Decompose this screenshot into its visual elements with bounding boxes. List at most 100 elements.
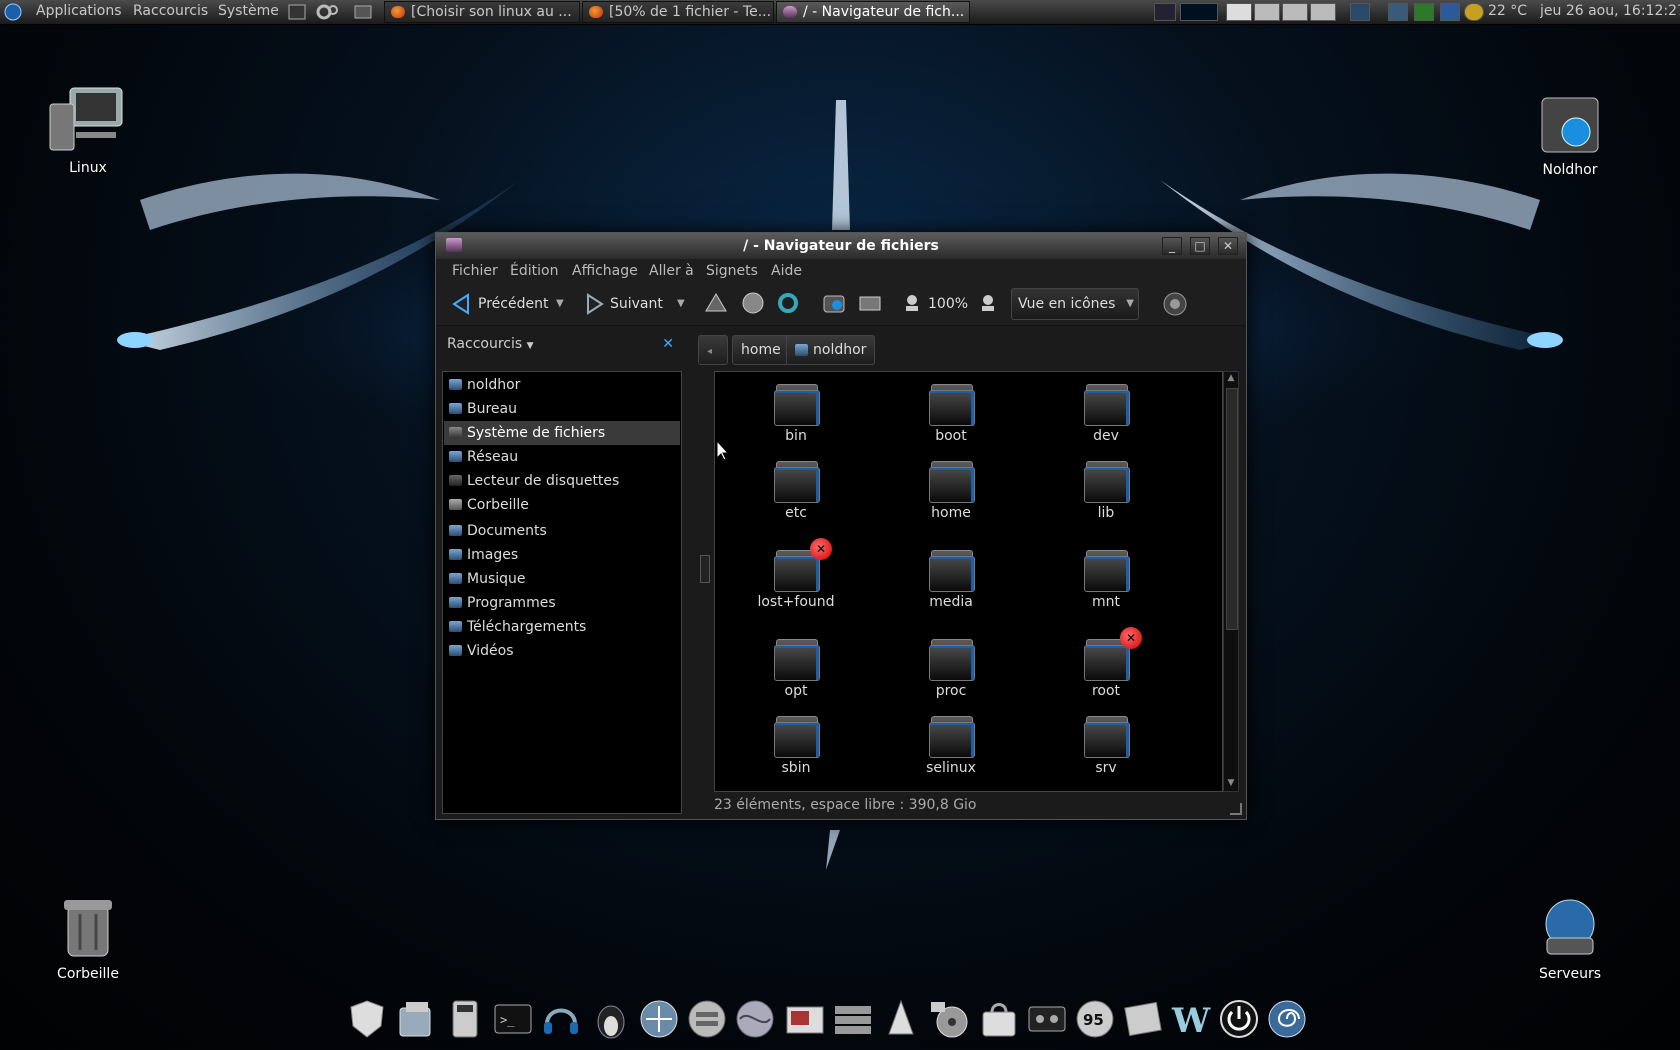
shield-icon[interactable]: [1414, 3, 1434, 21]
desktop-icon-linux[interactable]: Linux: [28, 84, 148, 176]
workspace-4[interactable]: [1310, 3, 1336, 21]
folder-item[interactable]: media: [896, 550, 1006, 610]
maximize-button[interactable]: □: [1190, 237, 1210, 255]
desktop-icon-serveurs[interactable]: Serveurs: [1510, 896, 1630, 982]
menu-aide[interactable]: Aide: [771, 263, 802, 279]
window-menu-icon[interactable]: [446, 238, 462, 252]
sidebar-type-select[interactable]: Raccourcis ▼: [447, 331, 534, 359]
back-button[interactable]: Précédent: [452, 291, 556, 317]
sidebar-item-lecteur-de-disquettes[interactable]: Lecteur de disquettes: [444, 469, 680, 493]
weather-temperature[interactable]: 22 °C: [1488, 0, 1527, 24]
sidebar-item-systeme-de-fichiers[interactable]: Système de fichiers: [444, 421, 680, 445]
show-desktop-icon[interactable]: [354, 0, 374, 24]
update-icon[interactable]: [1440, 3, 1460, 21]
security-shield-icon[interactable]: [346, 998, 388, 1040]
vlc-cone-icon[interactable]: [880, 998, 922, 1040]
calculator-icon[interactable]: [444, 998, 486, 1040]
resize-grip[interactable]: [1230, 803, 1242, 815]
folder-item[interactable]: bin: [741, 384, 851, 444]
task-transfer[interactable]: [50% de 1 fichier - Te...: [582, 1, 774, 23]
forward-button[interactable]: Suivant: [586, 291, 666, 317]
distro-logo-icon[interactable]: [4, 0, 24, 24]
sidebar-item-musique[interactable]: Musique: [444, 567, 680, 591]
sidebar-item-documents[interactable]: Documents: [444, 519, 680, 543]
path-crumb-noldhor[interactable]: noldhor: [786, 335, 876, 365]
server-rack-icon[interactable]: [832, 998, 874, 1040]
brasero-icon[interactable]: [638, 998, 680, 1040]
shell-icon[interactable]: [1266, 998, 1308, 1040]
stop-icon[interactable]: [741, 291, 765, 317]
power-icon[interactable]: [1218, 998, 1260, 1040]
menu-edition[interactable]: Édition: [510, 263, 558, 279]
notification-icon[interactable]: [1154, 3, 1176, 21]
folder-item[interactable]: ✕ lost+found: [741, 538, 851, 610]
minimize-button[interactable]: _: [1162, 237, 1182, 255]
sidebar-item-corbeille[interactable]: Corbeille: [444, 493, 680, 517]
path-scroll-left-button[interactable]: ◂: [698, 335, 728, 365]
stacked-disks-icon[interactable]: [686, 998, 728, 1040]
workspace-3[interactable]: [1282, 3, 1308, 21]
home-icon[interactable]: [822, 291, 846, 317]
folder-item[interactable]: opt: [741, 639, 851, 699]
task-firefox-linux[interactable]: [Choisir son linux au ...: [384, 1, 580, 23]
sidebar-item-images[interactable]: Images: [444, 543, 680, 567]
menu-affichage[interactable]: Affichage: [572, 263, 638, 279]
image-viewer-icon[interactable]: [784, 998, 826, 1040]
zoom-in-icon[interactable]: [980, 291, 1000, 317]
menu-applications[interactable]: Applications: [30, 0, 128, 24]
network-icon[interactable]: [1350, 3, 1370, 21]
folder-item[interactable]: proc: [896, 639, 1006, 699]
cassette-icon[interactable]: [1026, 998, 1068, 1040]
scroll-down-arrow-icon[interactable]: ▼: [1225, 778, 1237, 790]
globe-icon[interactable]: [734, 998, 776, 1040]
view-mode-select[interactable]: Vue en icônes ▼: [1011, 288, 1139, 320]
zoom-level[interactable]: 100%: [928, 291, 968, 317]
reload-icon[interactable]: [776, 291, 800, 317]
vertical-scrollbar[interactable]: ▲ ▼: [1223, 371, 1239, 792]
workspace-1[interactable]: [1226, 3, 1252, 21]
zoom-out-icon[interactable]: [904, 291, 924, 317]
folder-item[interactable]: mnt: [1051, 550, 1161, 610]
file-manager-icon[interactable]: [394, 998, 436, 1040]
menu-aller-a[interactable]: Aller à: [649, 263, 694, 279]
icon-view[interactable]: bin boot dev etc home lib ✕ lost+found me…: [714, 371, 1223, 792]
sidebar-item-noldhor[interactable]: noldhor: [444, 373, 680, 397]
folder-item[interactable]: ✕ root: [1051, 627, 1161, 699]
media-player-icon[interactable]: [928, 998, 970, 1040]
task-file-manager[interactable]: / - Navigateur de fich...: [776, 1, 970, 23]
settings-gear-icon[interactable]: [316, 0, 338, 24]
folder-item[interactable]: lib: [1051, 461, 1161, 521]
pane-resize-handle[interactable]: [700, 555, 710, 583]
back-history-dropdown[interactable]: ▼: [556, 291, 564, 317]
terminal-launcher-icon[interactable]: [288, 0, 308, 24]
penguin-icon[interactable]: [590, 998, 632, 1040]
folder-item[interactable]: srv: [1051, 716, 1161, 776]
up-arrow-icon[interactable]: [704, 291, 728, 317]
sidebar-item-telechargements[interactable]: Téléchargements: [444, 615, 680, 639]
menu-systeme[interactable]: Système: [212, 0, 285, 24]
desktop-icon-corbeille[interactable]: Corbeille: [28, 896, 148, 982]
folder-item[interactable]: dev: [1051, 384, 1161, 444]
menu-signets[interactable]: Signets: [706, 263, 758, 279]
chat-icon[interactable]: [1388, 3, 1408, 21]
menu-raccourcis[interactable]: Raccourcis: [127, 0, 214, 24]
scrollbar-thumb[interactable]: [1226, 388, 1238, 630]
forward-history-dropdown[interactable]: ▼: [677, 291, 685, 317]
clock[interactable]: jeu 26 aou, 16:12:27: [1540, 0, 1680, 24]
sidebar-item-reseau[interactable]: Réseau: [444, 445, 680, 469]
folder-item[interactable]: etc: [741, 461, 851, 521]
window-titlebar[interactable]: / - Navigateur de fichiers _ □ ✕: [436, 233, 1246, 259]
folder-item[interactable]: sbin: [741, 716, 851, 776]
software-center-icon[interactable]: [978, 998, 1020, 1040]
sidebar-item-videos[interactable]: Vidéos: [444, 639, 680, 663]
headphones-icon[interactable]: [540, 998, 582, 1040]
menu-fichier[interactable]: Fichier: [452, 263, 498, 279]
workspace-2[interactable]: [1254, 3, 1280, 21]
path-crumb-home[interactable]: home: [732, 335, 790, 365]
system-monitor-graph[interactable]: [1180, 3, 1218, 21]
close-button[interactable]: ✕: [1218, 237, 1238, 255]
sidebar-item-bureau[interactable]: Bureau: [444, 397, 680, 421]
writer-w-icon[interactable]: W: [1170, 998, 1212, 1040]
folder-item[interactable]: selinux: [896, 716, 1006, 776]
sidebar-item-programmes[interactable]: Programmes: [444, 591, 680, 615]
